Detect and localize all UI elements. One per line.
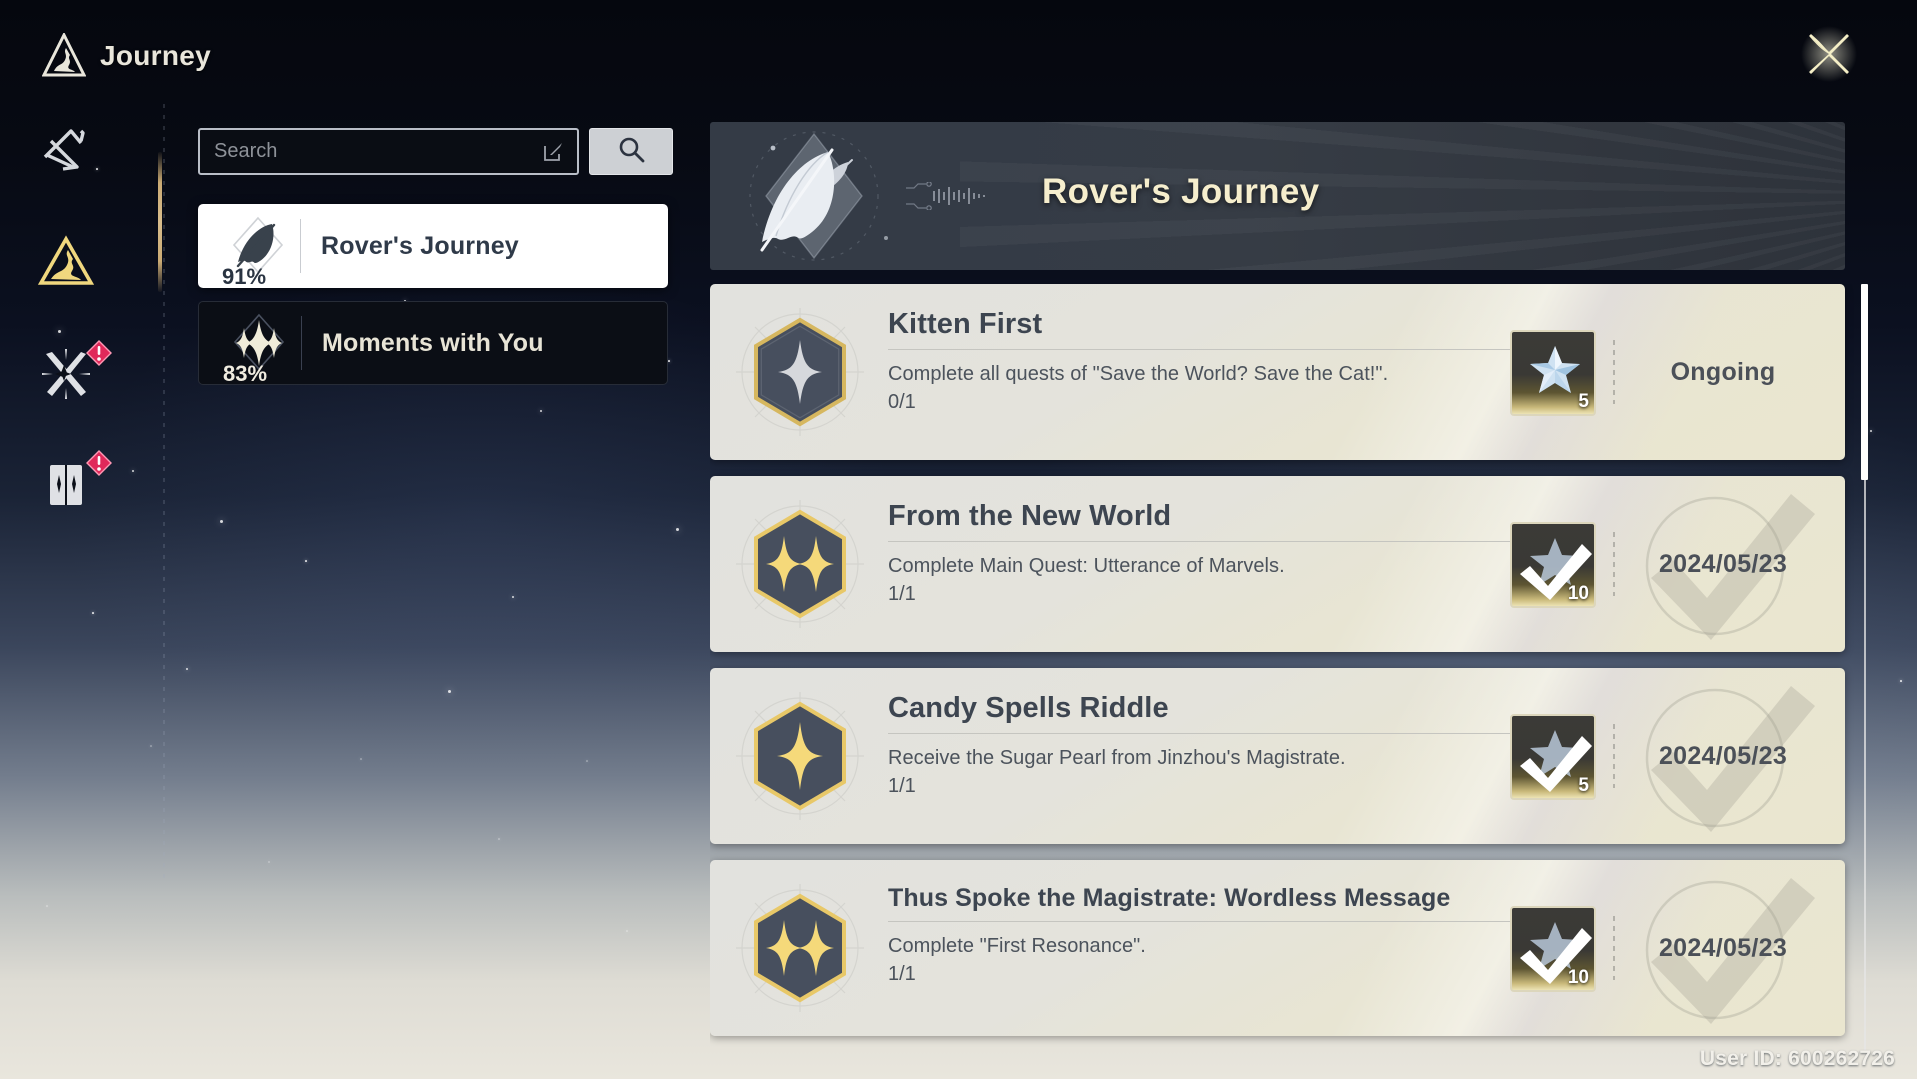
achievement-rank-badge [732, 880, 868, 1016]
achievement-rule [888, 921, 1588, 922]
category-label: Moments with You [322, 328, 544, 357]
category-item-rovers-journey[interactable]: 91% Rover's Journey [198, 204, 668, 288]
achievement-progress: 1/1 [888, 962, 916, 985]
user-id-label: User ID: 600262726 [1699, 1047, 1895, 1070]
achievement-reward-item[interactable]: 5 [1510, 714, 1596, 800]
sidebar-item-handbook[interactable] [34, 450, 112, 518]
reward-count: 5 [1578, 775, 1589, 796]
achievement-status: 2024/05/23 [1658, 741, 1788, 770]
achievement-rule [888, 541, 1588, 543]
achievement-text: From the New World Complete Main Quest: … [888, 500, 1588, 606]
edit-pencil-icon[interactable] [543, 142, 563, 162]
feather-icon: 91% [222, 214, 292, 288]
achievement-divider [1613, 340, 1615, 404]
achievement-title: From the New World [888, 500, 1172, 532]
achievement-progress: 1/1 [888, 775, 916, 798]
achievement-title: Candy Spells Riddle [888, 692, 1169, 724]
banner-title: Rover's Journey [1042, 172, 1320, 211]
journey-mountain-icon [41, 31, 87, 79]
feather-emblem-icon [728, 126, 918, 266]
achievement-title: Kitten First [888, 308, 1043, 340]
scrollbar-thumb[interactable] [1861, 284, 1868, 480]
category-list: 91% Rover's Journey 83% Moments with You [198, 204, 668, 398]
search-button[interactable] [589, 128, 673, 175]
achievement-text: Kitten First Complete all quests of "Sav… [888, 308, 1588, 414]
category-percent: 83% [223, 361, 268, 386]
banner-connector-decoration [906, 181, 1026, 211]
terminal-emblem-icon [37, 121, 95, 184]
achievement-description: Complete all quests of "Save the World? … [888, 363, 1389, 386]
achievement-row[interactable]: Kitten First Complete all quests of "Sav… [710, 284, 1845, 460]
category-banner: Rover's Journey [710, 122, 1845, 270]
left-nav-rail [0, 104, 140, 724]
search-row [198, 128, 673, 175]
rail-active-indicator [158, 152, 162, 292]
search-field-wrapper[interactable] [198, 128, 579, 175]
rail-dotted-divider [163, 104, 165, 884]
achievement-status: 2024/05/23 [1658, 549, 1788, 578]
category-item-moments-with-you[interactable]: 83% Moments with You [198, 301, 668, 385]
sidebar-item-terminal[interactable] [34, 120, 98, 184]
category-label: Rover's Journey [321, 231, 519, 260]
achievement-rank-badge [732, 304, 868, 440]
reward-count: 10 [1567, 583, 1589, 604]
achievement-row[interactable]: From the New World Complete Main Quest: … [710, 476, 1845, 652]
achievement-rank-badge [732, 688, 868, 824]
achievement-row[interactable]: Thus Spoke the Magistrate: Wordless Mess… [710, 860, 1845, 1036]
achievement-divider [1613, 916, 1615, 980]
achievement-rule [888, 349, 1588, 351]
reward-count: 10 [1567, 967, 1589, 988]
page-title-group: Journey [41, 31, 212, 79]
achievement-status: Ongoing [1670, 357, 1776, 386]
journey-mountain-icon [37, 233, 95, 296]
alert-diamond-icon [86, 340, 112, 366]
sidebar-item-combat[interactable] [34, 340, 112, 408]
category-percent: 91% [222, 264, 267, 289]
achievement-reward-item[interactable]: 5 [1510, 330, 1596, 416]
achievement-text: Thus Spoke the Magistrate: Wordless Mess… [888, 884, 1588, 986]
achievement-progress: 1/1 [888, 583, 916, 606]
page-title: Journey [100, 40, 212, 71]
achievement-reward-item[interactable]: 10 [1510, 906, 1596, 992]
achievement-rank-badge [732, 496, 868, 632]
achievement-list[interactable]: Kitten First Complete all quests of "Sav… [710, 284, 1865, 1052]
category-separator [301, 316, 302, 370]
category-separator [300, 219, 301, 273]
close-button[interactable] [1799, 24, 1859, 84]
achievement-description: Complete Main Quest: Utterance of Marvel… [888, 555, 1285, 578]
achievement-title: Thus Spoke the Magistrate: Wordless Mess… [888, 884, 1451, 912]
achievement-rule [888, 733, 1588, 735]
achievement-description: Complete "First Resonance". [888, 935, 1146, 957]
alert-diamond-icon [86, 450, 112, 476]
achievement-description: Receive the Sugar Pearl from Jinzhou's M… [888, 747, 1346, 770]
achievement-progress: 0/1 [888, 391, 916, 414]
search-magnifier-icon [616, 134, 646, 169]
achievement-reward-item[interactable]: 10 [1510, 522, 1596, 608]
triple-sparkle-icon: 83% [223, 311, 293, 385]
achievement-text: Candy Spells Riddle Receive the Sugar Pe… [888, 692, 1588, 798]
achievement-row[interactable]: Candy Spells Riddle Receive the Sugar Pe… [710, 668, 1845, 844]
content-panel: Rover's Journey Kitten First Complete al… [710, 122, 1865, 1052]
search-input[interactable] [214, 140, 543, 163]
achievement-status: 2024/05/23 [1658, 933, 1788, 962]
reward-count: 5 [1578, 391, 1589, 412]
achievement-divider [1613, 532, 1615, 596]
sidebar-item-journey[interactable] [34, 232, 98, 296]
top-bar: Journey [0, 0, 1917, 112]
achievement-divider [1613, 724, 1615, 788]
